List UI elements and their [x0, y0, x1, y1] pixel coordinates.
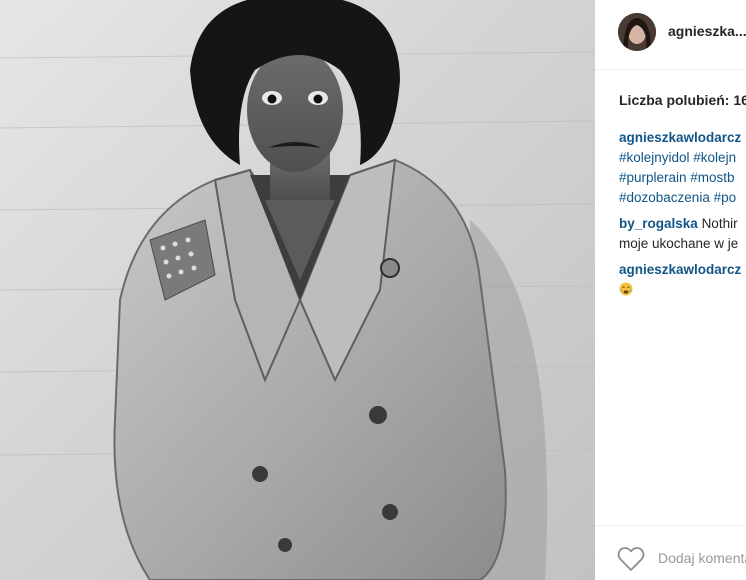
post-photo[interactable] [0, 0, 595, 580]
post-photo-image [0, 0, 595, 580]
hashtag[interactable]: #dozobaczenia #po [619, 190, 736, 205]
comment-text: moje ukochane w je [619, 236, 739, 251]
comment-item: by_rogalska Nothir moje ukochane w je [619, 214, 746, 254]
likes-count[interactable]: Liczba polubień: 16 [619, 92, 746, 108]
comment-bar [595, 525, 746, 580]
like-button[interactable] [617, 546, 645, 572]
crying-face-icon [619, 282, 633, 296]
comment-author[interactable]: by_rogalska [619, 216, 698, 231]
post-details-panel: agnieszka... Liczba polubień: 16 agniesz… [595, 0, 746, 580]
add-comment-input[interactable] [658, 548, 746, 568]
comments-list: agnieszkawlodarcz #kolejnyidol #kolejn #… [619, 128, 746, 300]
hashtag[interactable]: #purplerain #mostb [619, 170, 735, 185]
hashtag[interactable]: #kolejnyidol #kolejn [619, 150, 736, 165]
comment-item: agnieszkawlodarcz #kolejnyidol #kolejn #… [619, 128, 746, 208]
comment-text: Nothir [701, 216, 738, 231]
heart-outline-icon [617, 547, 645, 571]
comment-item: agnieszkawlodarcz [619, 260, 746, 300]
post-header: agnieszka... [595, 0, 746, 70]
comment-author[interactable]: agnieszkawlodarcz [619, 262, 741, 277]
post-username[interactable]: agnieszka... [668, 23, 746, 39]
profile-photo[interactable] [618, 13, 656, 51]
comment-author[interactable]: agnieszkawlodarcz [619, 130, 741, 145]
